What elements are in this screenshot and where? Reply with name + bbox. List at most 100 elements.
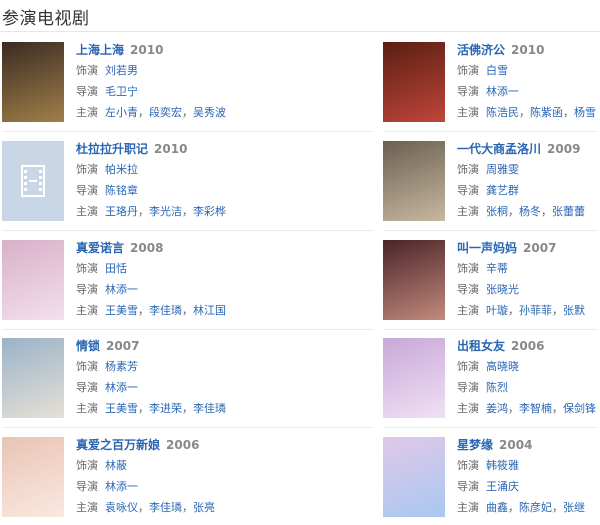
cast-link[interactable]: 叶璇 — [486, 304, 508, 317]
cast-link[interactable]: 曲鑫 — [486, 501, 508, 514]
drama-poster[interactable] — [2, 338, 64, 418]
role-name[interactable]: 杨素芳 — [105, 360, 138, 373]
cast-label: 主演 — [457, 205, 479, 218]
drama-poster[interactable] — [2, 42, 64, 122]
director-link[interactable]: 陈铭章 — [105, 184, 138, 197]
cast-link[interactable]: 张蕾蕾 — [552, 205, 585, 218]
drama-item: 活佛济公 2010 饰演 白雪 导演 林添一 主演 陈浩民，陈紫函，杨雪 — [383, 42, 600, 122]
drama-title-link[interactable]: 真爱之百万新娘 — [76, 438, 160, 452]
cast-link[interactable]: 李进荣 — [149, 402, 182, 415]
cast-link[interactable]: 李佳璘 — [149, 304, 182, 317]
drama-poster[interactable] — [2, 437, 64, 517]
director-link[interactable]: 林添一 — [105, 381, 138, 394]
drama-poster-placeholder[interactable] — [2, 141, 64, 221]
cast-link[interactable]: 左小青 — [105, 106, 138, 119]
role-name[interactable]: 田恬 — [105, 262, 127, 275]
drama-item: 上海上海 2010 饰演 刘若男 导演 毛卫宁 主演 左小青，段奕宏，吴秀波 — [2, 42, 226, 122]
director-label: 导演 — [457, 381, 479, 394]
drama-poster[interactable] — [2, 240, 64, 320]
cast-separator: ， — [552, 304, 563, 317]
drama-title-link[interactable]: 活佛济公 — [457, 43, 505, 57]
cast-link[interactable]: 李佳璘 — [149, 501, 182, 514]
cast-link[interactable]: 孙菲菲 — [519, 304, 552, 317]
cast-link[interactable]: 杨冬 — [519, 205, 541, 218]
drama-year: 2006 — [511, 339, 545, 353]
cast-link[interactable]: 李彩桦 — [193, 205, 226, 218]
title-divider — [0, 31, 600, 32]
director-link[interactable]: 林添一 — [486, 85, 519, 98]
role-row: 饰演 帕米拉 — [76, 162, 226, 178]
cast-link[interactable]: 陈彦妃 — [519, 501, 552, 514]
cast-link[interactable]: 陈浩民 — [486, 106, 519, 119]
cast-link[interactable]: 张桐 — [486, 205, 508, 218]
drama-info: 杜拉拉升职记 2010 饰演 帕米拉 导演 陈铭章 主演 王珞丹，李光洁，李彩桦 — [76, 141, 226, 220]
row-divider — [383, 329, 598, 330]
drama-title-link[interactable]: 出租女友 — [457, 339, 505, 353]
role-name[interactable]: 高晓晓 — [486, 360, 519, 373]
director-row: 导演 毛卫宁 — [76, 84, 226, 100]
cast-link[interactable]: 姜鸿 — [486, 402, 508, 415]
drama-title-row: 叫一声妈妈 2007 — [457, 240, 600, 256]
drama-item: 情锁 2007 饰演 杨素芳 导演 林添一 主演 王美雪，李进荣，李佳璘 — [2, 338, 226, 418]
role-label: 饰演 — [457, 360, 479, 373]
cast-link[interactable]: 李光洁 — [149, 205, 182, 218]
director-link[interactable]: 龚艺群 — [486, 184, 519, 197]
cast-link[interactable]: 陈紫函 — [530, 106, 563, 119]
cast-row: 主演 王珞丹，李光洁，李彩桦 — [76, 204, 226, 220]
cast-link[interactable]: 段奕宏 — [149, 106, 182, 119]
drama-poster[interactable] — [383, 141, 445, 221]
cast-link[interactable]: 杨雪 — [574, 106, 596, 119]
cast-label: 主演 — [457, 402, 479, 415]
drama-title-link[interactable]: 叫一声妈妈 — [457, 241, 517, 255]
drama-info: 情锁 2007 饰演 杨素芳 导演 林添一 主演 王美雪，李进荣，李佳璘 — [76, 338, 226, 417]
cast-link[interactable]: 张默 — [563, 304, 585, 317]
cast-link[interactable]: 王珞丹 — [105, 205, 138, 218]
drama-info: 上海上海 2010 饰演 刘若男 导演 毛卫宁 主演 左小青，段奕宏，吴秀波 — [76, 42, 226, 121]
cast-link[interactable]: 张亮 — [193, 501, 215, 514]
drama-poster[interactable] — [383, 437, 445, 517]
drama-title-link[interactable]: 一代大商孟洛川 — [457, 142, 541, 156]
cast-link[interactable]: 李智楠 — [519, 402, 552, 415]
drama-year: 2009 — [547, 142, 581, 156]
drama-title-link[interactable]: 杜拉拉升职记 — [76, 142, 148, 156]
role-name[interactable]: 帕米拉 — [105, 163, 138, 176]
cast-separator: ， — [508, 205, 519, 218]
drama-title-link[interactable]: 真爱诺言 — [76, 241, 124, 255]
drama-title-link[interactable]: 情锁 — [76, 339, 100, 353]
director-row: 导演 林添一 — [457, 84, 600, 100]
director-link[interactable]: 陈烈 — [486, 381, 508, 394]
drama-poster[interactable] — [383, 338, 445, 418]
role-name[interactable]: 周雅雯 — [486, 163, 519, 176]
cast-link[interactable]: 王美雪 — [105, 402, 138, 415]
role-row: 饰演 韩筱雅 — [457, 458, 600, 474]
cast-row: 主演 姜鸿，李智楠，保剑锋 — [457, 401, 600, 417]
role-name[interactable]: 刘若男 — [105, 64, 138, 77]
drama-poster[interactable] — [383, 42, 445, 122]
cast-link[interactable]: 王美雪 — [105, 304, 138, 317]
drama-title-link[interactable]: 上海上海 — [76, 43, 124, 57]
cast-link[interactable]: 林江国 — [193, 304, 226, 317]
cast-link[interactable]: 张继 — [563, 501, 585, 514]
cast-link[interactable]: 吴秀波 — [193, 106, 226, 119]
role-name[interactable]: 韩筱雅 — [486, 459, 519, 472]
cast-link[interactable]: 李佳璘 — [193, 402, 226, 415]
drama-poster[interactable] — [383, 240, 445, 320]
director-link[interactable]: 毛卫宁 — [105, 85, 138, 98]
director-label: 导演 — [457, 85, 479, 98]
role-name[interactable]: 辛蒂 — [486, 262, 508, 275]
director-link[interactable]: 张晓光 — [486, 283, 519, 296]
cast-separator: ， — [182, 402, 193, 415]
role-name[interactable]: 林蔽 — [105, 459, 127, 472]
director-link[interactable]: 林添一 — [105, 283, 138, 296]
cast-label: 主演 — [457, 304, 479, 317]
director-link[interactable]: 王涌庆 — [486, 480, 519, 493]
role-row: 饰演 杨素芳 — [76, 359, 226, 375]
row-divider — [2, 131, 374, 132]
role-row: 饰演 刘若男 — [76, 63, 226, 79]
drama-title-link[interactable]: 星梦缘 — [457, 438, 493, 452]
director-link[interactable]: 林添一 — [105, 480, 138, 493]
role-name[interactable]: 白雪 — [486, 64, 508, 77]
cast-link[interactable]: 袁咏仪 — [105, 501, 138, 514]
cast-row: 主演 左小青，段奕宏，吴秀波 — [76, 105, 226, 121]
cast-link[interactable]: 保剑锋 — [563, 402, 596, 415]
